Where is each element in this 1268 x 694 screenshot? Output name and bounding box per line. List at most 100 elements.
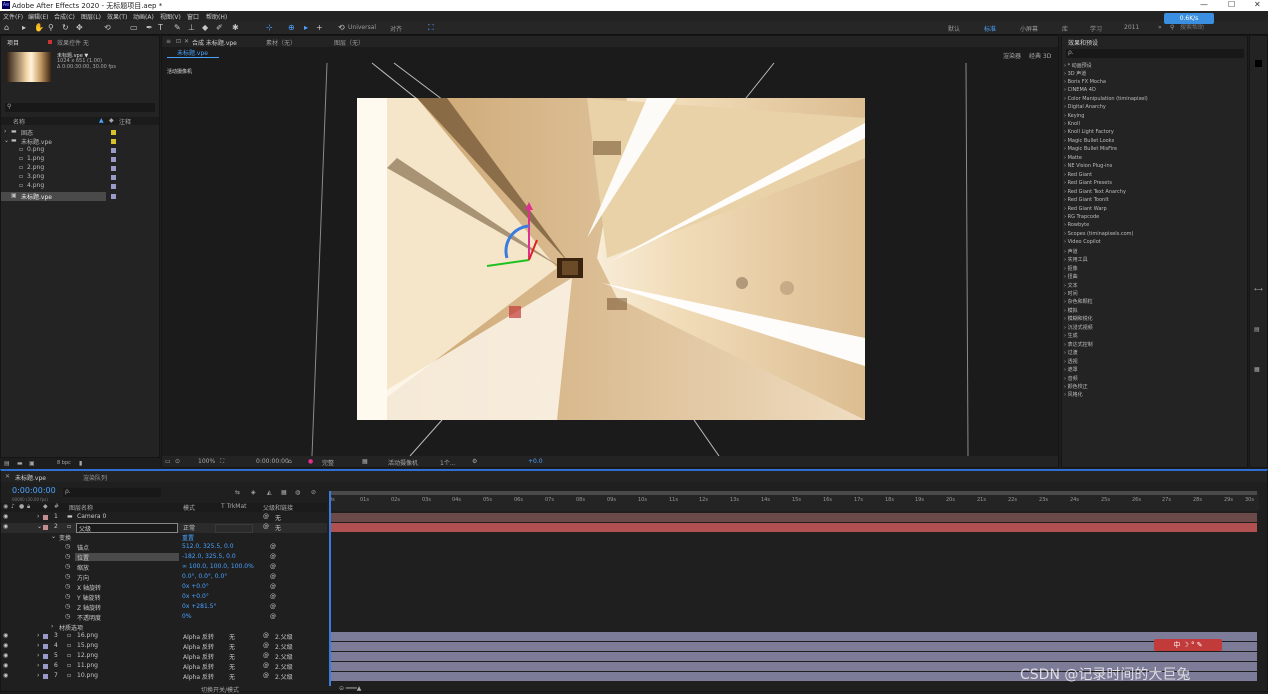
- menu-file[interactable]: 文件(F): [3, 12, 23, 21]
- graph-editor-icon[interactable]: ⊘: [311, 489, 316, 496]
- effect-category[interactable]: › 音频: [1064, 375, 1078, 382]
- property-row[interactable]: ◷ 方向 0.0°, 0.0°, 0.0° @: [1, 573, 327, 583]
- expression-pickwhip-icon[interactable]: @: [270, 613, 276, 620]
- effect-category[interactable]: › Red Giant: [1064, 172, 1092, 178]
- effect-category[interactable]: › 透视: [1064, 358, 1078, 365]
- layer-row[interactable]: ◉ › 3 ▫ 16.png Alpha 反转 无 @ 2.父级: [1, 632, 327, 642]
- tab-effects-presets[interactable]: 效果和预设: [1068, 38, 1098, 47]
- stopwatch-icon[interactable]: ◷: [65, 563, 70, 570]
- comp-viewport-image[interactable]: [357, 98, 865, 420]
- parent-dropdown[interactable]: 无: [275, 513, 281, 522]
- effect-category[interactable]: › * 动画预设: [1064, 62, 1092, 69]
- local-axis-icon[interactable]: ⊹: [266, 23, 273, 32]
- roto-tool-icon[interactable]: ✐: [216, 23, 223, 32]
- expression-pickwhip-icon[interactable]: @: [270, 563, 276, 570]
- universal-icon[interactable]: ⟲: [338, 23, 345, 32]
- expression-pickwhip-icon[interactable]: @: [270, 553, 276, 560]
- effect-category[interactable]: › 表达式控制: [1064, 341, 1093, 348]
- effect-category[interactable]: › NE Vision Plug-ins: [1064, 163, 1112, 169]
- layer-duration-bar[interactable]: [331, 523, 1257, 532]
- exposure-value[interactable]: +0.0: [528, 458, 543, 465]
- dock-tool-icon[interactable]: ▦: [1254, 366, 1260, 373]
- project-item[interactable]: ▫ 4.png: [1, 182, 159, 191]
- workspace-small-screen[interactable]: 小屏幕: [1020, 24, 1038, 33]
- effect-category[interactable]: › Red Giant ToonIt: [1064, 197, 1109, 203]
- trkmat-dropdown[interactable]: 无: [229, 672, 235, 681]
- reset-link[interactable]: 重置: [182, 533, 194, 542]
- visibility-eye-icon[interactable]: ◉: [3, 513, 8, 520]
- property-value[interactable]: 0x +281.5°: [182, 603, 216, 610]
- property-row[interactable]: ◷ 缩放 ∞ 100.0, 100.0, 100.0% @: [1, 563, 327, 573]
- effect-category[interactable]: › 模糊和锐化: [1064, 315, 1093, 322]
- workspace-default[interactable]: 默认: [948, 24, 960, 33]
- workspace-library[interactable]: 库: [1062, 24, 1068, 33]
- shy-icon[interactable]: ◭: [267, 489, 272, 496]
- effect-category[interactable]: › Scopes (timinapixels.com): [1064, 231, 1133, 237]
- layer-color-swatch[interactable]: [43, 515, 48, 520]
- always-preview-icon[interactable]: ▭: [165, 458, 171, 465]
- expand-arrow-icon[interactable]: ›: [37, 632, 39, 639]
- visibility-eye-icon[interactable]: ◉: [3, 523, 8, 530]
- property-value[interactable]: 0%: [182, 613, 192, 620]
- layer-row[interactable]: ◉ › 1 ▬ Camera 0 @ 无: [1, 513, 327, 523]
- layer-color-swatch[interactable]: [43, 644, 48, 649]
- tab-render-queue[interactable]: 渲染队列: [83, 473, 107, 482]
- toggle-switches-modes[interactable]: 切换开关/模式: [201, 685, 239, 694]
- property-value[interactable]: 512.0, 325.5, 0.0: [182, 543, 234, 550]
- project-item[interactable]: ▫ 0.png: [1, 146, 159, 155]
- parent-pickwhip-icon[interactable]: @: [263, 652, 269, 659]
- new-comp-icon[interactable]: ▣: [29, 460, 35, 467]
- project-item[interactable]: ▣ 未标题.vpe: [1, 192, 106, 201]
- menu-effect[interactable]: 效果(T): [107, 12, 127, 21]
- trkmat-dropdown[interactable]: 无: [229, 642, 235, 651]
- work-area-bar[interactable]: [331, 491, 1257, 495]
- effect-category[interactable]: › Video Copilot: [1064, 239, 1101, 245]
- effect-category[interactable]: › 时间: [1064, 290, 1078, 297]
- effect-category[interactable]: › Keying: [1064, 113, 1084, 119]
- effects-search[interactable]: ρ.: [1066, 49, 1244, 58]
- trkmat-dropdown[interactable]: 无: [229, 662, 235, 671]
- comp-subtab[interactable]: 未标题.vpe: [167, 48, 219, 58]
- layer-name[interactable]: 10.png: [77, 672, 98, 679]
- selection-tool-icon[interactable]: ▸: [22, 23, 26, 32]
- effect-category[interactable]: › Magic Bullet Looks: [1064, 138, 1114, 144]
- tab-footage[interactable]: 素材（无）: [266, 38, 296, 47]
- dock-tool-icon[interactable]: ⟷: [1254, 286, 1263, 293]
- parent-pickwhip-icon[interactable]: @: [263, 513, 269, 520]
- layer-name[interactable]: 15.png: [77, 642, 98, 649]
- zoom-slider[interactable]: ⊝ ━━━▲: [339, 685, 361, 692]
- orbit-tool-icon[interactable]: ↻: [62, 23, 69, 32]
- expand-arrow-icon[interactable]: ›: [51, 623, 53, 630]
- expression-pickwhip-icon[interactable]: @: [270, 603, 276, 610]
- effect-category[interactable]: › 遮罩: [1064, 366, 1078, 373]
- fast-preview-icon[interactable]: ⚙: [472, 458, 477, 465]
- workspace-more-icon[interactable]: »: [1158, 24, 1162, 31]
- view-axis-icon[interactable]: ▸: [304, 23, 308, 32]
- mode-dropdown[interactable]: Alpha 反转: [183, 652, 214, 661]
- pen-tool-icon[interactable]: ✒: [146, 23, 153, 32]
- parent-pickwhip-icon[interactable]: @: [263, 523, 269, 530]
- effect-category[interactable]: › Red Giant Warp: [1064, 206, 1107, 212]
- property-row[interactable]: ◷ 不透明度 0% @: [1, 613, 327, 623]
- expand-arrow-icon[interactable]: ⌄: [51, 533, 56, 540]
- effect-category[interactable]: › 杂色和颗粒: [1064, 298, 1093, 305]
- draft3d-icon[interactable]: ◈: [251, 489, 256, 496]
- effect-category[interactable]: › 3D 声道: [1064, 70, 1086, 77]
- motion-blur-icon[interactable]: ◍: [295, 489, 300, 496]
- tab-project[interactable]: 项目: [7, 38, 19, 47]
- stopwatch-icon[interactable]: ◷: [65, 553, 70, 560]
- stopwatch-icon[interactable]: ◷: [65, 573, 70, 580]
- mode-dropdown[interactable]: Alpha 反转: [183, 642, 214, 651]
- timecode-display[interactable]: 0:00:00:00: [256, 458, 289, 465]
- effect-category[interactable]: › Color Manipulation (timinapixel): [1064, 96, 1148, 102]
- pin-tool-icon[interactable]: ✱: [232, 23, 239, 32]
- snap-icon[interactable]: +: [316, 23, 323, 32]
- effect-category[interactable]: › Knoll: [1064, 121, 1080, 127]
- interpret-icon[interactable]: ▤: [4, 460, 10, 467]
- project-item[interactable]: ▫ 3.png: [1, 173, 159, 182]
- layer-duration-bar[interactable]: [331, 642, 1257, 651]
- property-value[interactable]: 0.0°, 0.0°, 0.0°: [182, 573, 227, 580]
- menu-animation[interactable]: 动画(A): [133, 12, 154, 21]
- property-value[interactable]: -182.0, 325.5, 0.0: [182, 553, 236, 560]
- expand-arrow-icon[interactable]: ›: [37, 662, 39, 669]
